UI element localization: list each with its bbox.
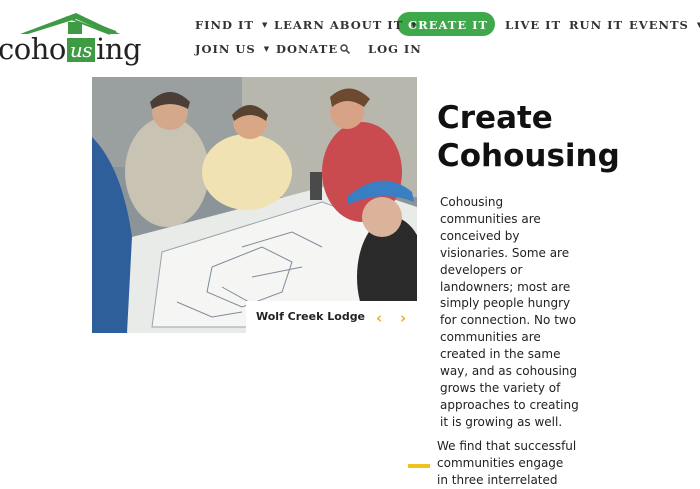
search-icon[interactable]: [340, 44, 350, 54]
intro-paragraph: Cohousing communities are conceived by v…: [440, 195, 579, 429]
nav-item-live-it[interactable]: LIVE IT: [505, 18, 561, 32]
nav-item-find-it[interactable]: FIND IT ▼: [195, 18, 268, 32]
nav-item-run-it[interactable]: RUN IT: [569, 18, 623, 32]
nav-item-events[interactable]: EVENTS▼: [629, 18, 700, 32]
chevron-down-icon: ▼: [496, 20, 503, 29]
site-logo[interactable]: coho us ing: [0, 10, 142, 66]
chevron-down-icon: ▼: [263, 44, 271, 53]
slideshow-photo: [92, 77, 417, 333]
nav-item-learn-about-it[interactable]: LEARN ABOUT IT ▼: [274, 18, 418, 32]
nav-item-donate[interactable]: DONATE: [276, 42, 338, 56]
accent-bar: [408, 464, 430, 468]
slideshow-caption: Wolf Creek Lodge: [256, 310, 366, 323]
slideshow-controls: [367, 301, 417, 333]
second-paragraph: We find that successful communities enga…: [437, 439, 577, 487]
people-planning-photo: [92, 77, 417, 333]
prev-arrow-icon[interactable]: ‹: [376, 309, 382, 327]
nav-item-create-it[interactable]: CREATE IT ▼: [408, 18, 502, 32]
page-title: Create Cohousing: [437, 100, 620, 174]
nav-item-log-in[interactable]: LOG IN: [368, 42, 422, 56]
next-arrow-icon[interactable]: ›: [400, 309, 406, 327]
nav-item-join-us[interactable]: JOIN US ▼: [195, 42, 270, 56]
logo-wordmark: coho us ing: [0, 32, 142, 66]
chevron-down-icon: ▼: [261, 20, 269, 29]
